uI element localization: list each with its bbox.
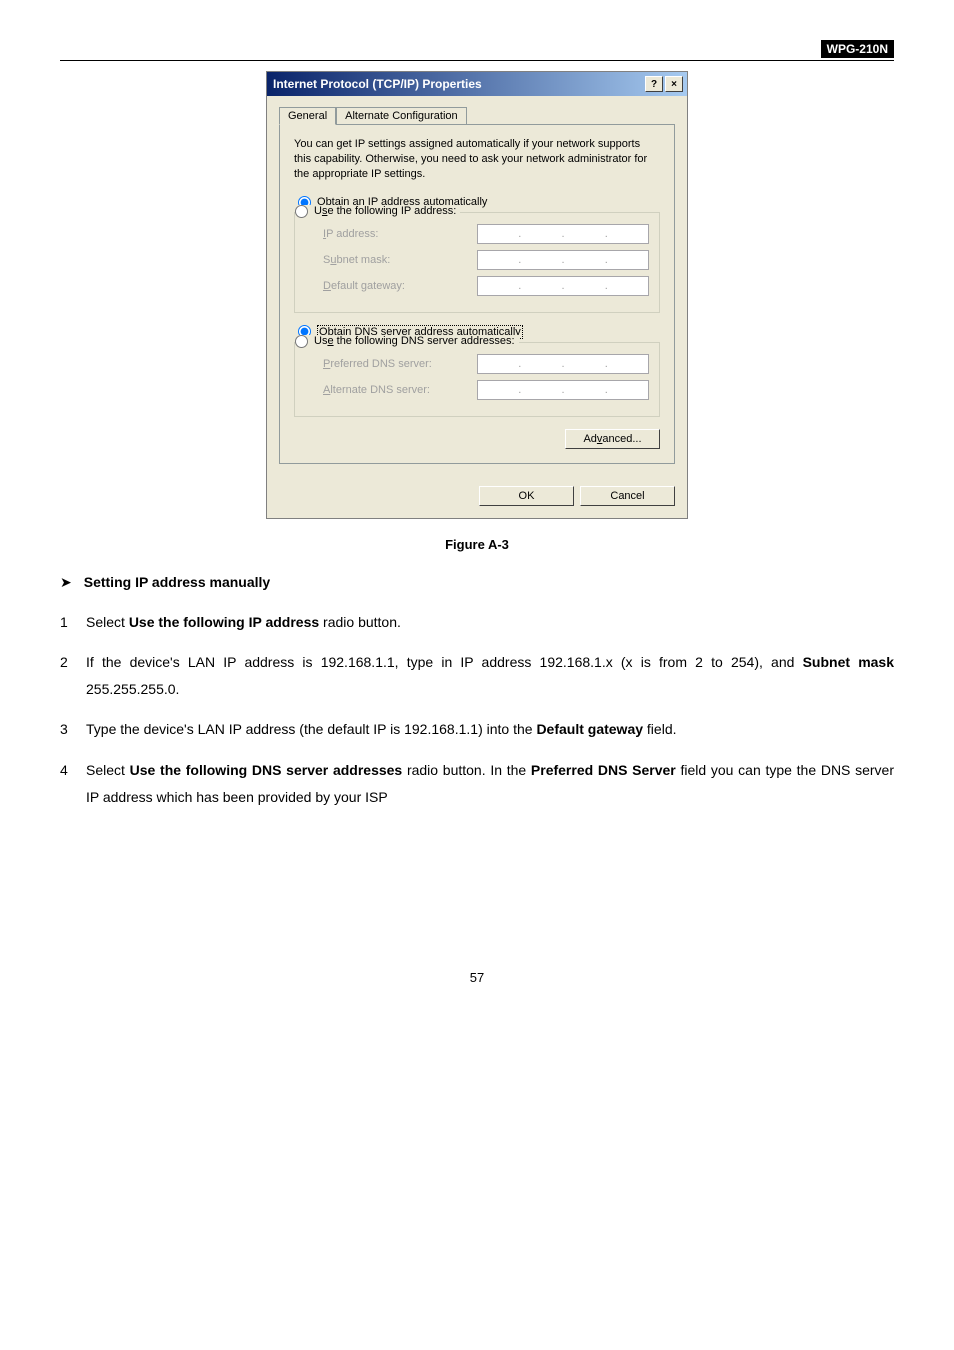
radio-use-following-dns[interactable]: Use the following DNS server addresses: (295, 335, 519, 348)
preferred-dns-label: Preferred DNS server: (323, 358, 432, 370)
page-number: 57 (60, 970, 894, 985)
page-header: WPG-210N (60, 40, 894, 61)
figure-caption: Figure A-3 (60, 537, 894, 552)
tcpip-properties-dialog: Internet Protocol (TCP/IP) Properties ? … (266, 71, 688, 519)
device-badge: WPG-210N (821, 40, 894, 58)
step-4: 4 Select Use the following DNS server ad… (60, 757, 894, 810)
radio-use-following-ip[interactable]: Use the following IP address: (295, 205, 460, 218)
steps-list: 1 Select Use the following IP address ra… (60, 609, 894, 811)
tab-panel-general: You can get IP settings assigned automat… (279, 124, 675, 464)
radio-use-following-ip-input[interactable] (295, 205, 308, 218)
section-heading-text: Setting IP address manually (84, 574, 270, 590)
ip-address-label: IP address: (323, 228, 378, 240)
cancel-button[interactable]: Cancel (580, 486, 675, 506)
default-gateway-label: Default gateway: (323, 280, 405, 292)
alternate-dns-input[interactable]: ... (477, 380, 649, 400)
dialog-titlebar: Internet Protocol (TCP/IP) Properties ? … (267, 72, 687, 96)
tab-alternate-configuration[interactable]: Alternate Configuration (336, 107, 467, 125)
ip-address-input[interactable]: ... (477, 224, 649, 244)
step-1: 1 Select Use the following IP address ra… (60, 609, 894, 636)
description-text: You can get IP settings assigned automat… (294, 137, 660, 182)
radio-use-following-dns-input[interactable] (295, 335, 308, 348)
step-2: 2 If the device's LAN IP address is 192.… (60, 649, 894, 702)
tab-general[interactable]: General (279, 107, 336, 125)
dialog-title: Internet Protocol (TCP/IP) Properties (273, 77, 482, 91)
default-gateway-input[interactable]: ... (477, 276, 649, 296)
alternate-dns-label: Alternate DNS server: (323, 384, 430, 396)
tab-strip: General Alternate Configuration (279, 107, 675, 125)
advanced-button[interactable]: Advanced... (565, 429, 660, 449)
ok-button[interactable]: OK (479, 486, 574, 506)
preferred-dns-input[interactable]: ... (477, 354, 649, 374)
close-button[interactable]: × (665, 76, 683, 92)
close-icon: × (671, 79, 677, 90)
radio-use-following-ip-label: Use the following IP address: (314, 205, 456, 217)
help-button[interactable]: ? (645, 76, 663, 92)
section-heading: ➤ Setting IP address manually (60, 574, 894, 591)
radio-use-following-dns-label: Use the following DNS server addresses: (314, 335, 515, 347)
subnet-mask-label: Subnet mask: (323, 254, 390, 266)
help-icon: ? (651, 79, 657, 90)
step-3: 3 Type the device's LAN IP address (the … (60, 716, 894, 743)
subnet-mask-input[interactable]: ... (477, 250, 649, 270)
arrow-bullet-icon: ➤ (60, 574, 72, 591)
